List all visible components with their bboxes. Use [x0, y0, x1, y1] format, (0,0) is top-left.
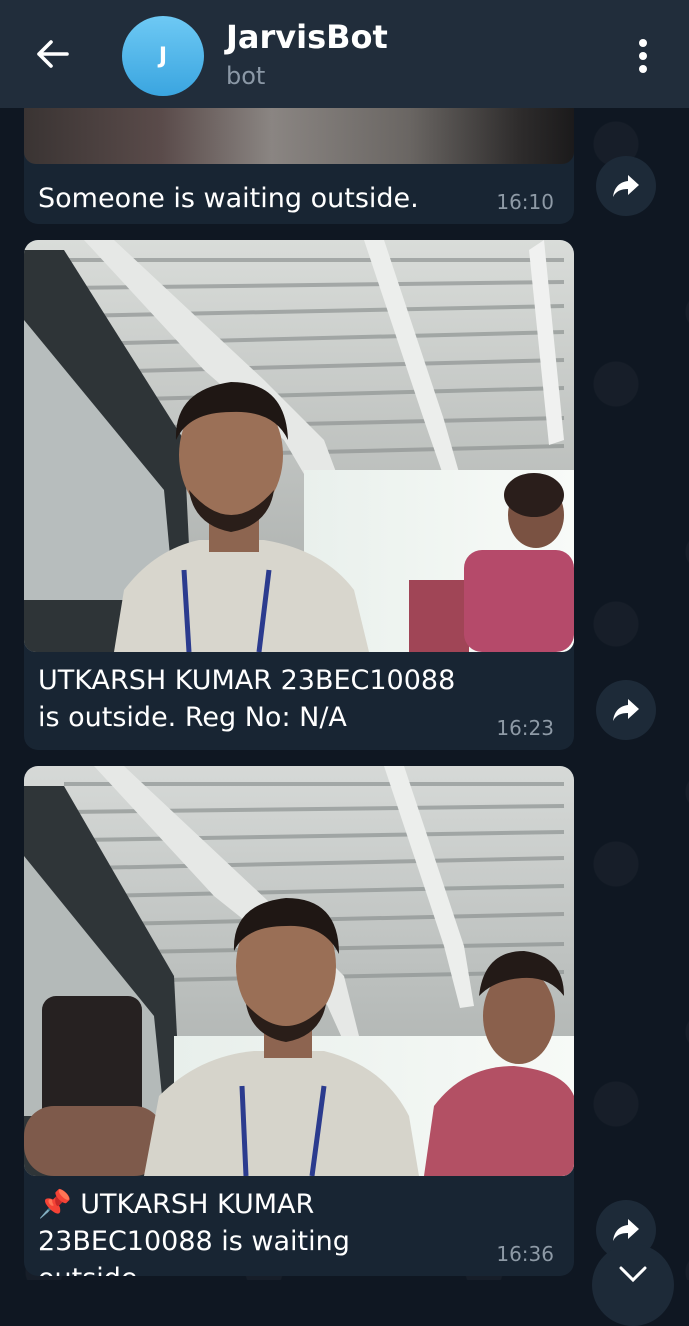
- message-text: UTKARSH KUMAR 23BEC10088 is outside. Reg…: [38, 665, 456, 733]
- share-arrow-icon: [613, 699, 639, 721]
- message-time: 16:23: [496, 716, 554, 740]
- arrow-left-icon: [37, 40, 69, 68]
- more-options-button[interactable]: [623, 34, 663, 78]
- message-photo[interactable]: [24, 766, 574, 1176]
- chevron-down-icon: [619, 1266, 647, 1283]
- message-text: Someone is waiting outside.: [38, 183, 419, 214]
- back-button[interactable]: [28, 30, 76, 78]
- message-bubble[interactable]: UTKARSH KUMAR 23BEC10088 is outside. Reg…: [24, 240, 574, 750]
- chat-title[interactable]: JarvisBot: [226, 18, 388, 56]
- scroll-down-button[interactable]: [592, 1244, 674, 1326]
- avatar[interactable]: J: [122, 16, 204, 96]
- share-button[interactable]: [596, 680, 656, 740]
- more-vertical-icon: [639, 39, 647, 73]
- message-photo[interactable]: [24, 240, 574, 652]
- message-bubble[interactable]: Someone is waiting outside. 16:10: [24, 96, 574, 224]
- message-text: 📌 UTKARSH KUMAR 23BEC10088 is waiting ou…: [24, 1176, 574, 1276]
- message-time: 16:10: [496, 190, 554, 214]
- message-time: 16:36: [496, 1242, 554, 1266]
- message-text-body: UTKARSH KUMAR 23BEC10088 is waiting outs…: [38, 1189, 350, 1276]
- share-arrow-icon: [613, 1219, 639, 1241]
- share-arrow-icon: [613, 175, 639, 197]
- pin-icon: 📌: [38, 1189, 72, 1220]
- avatar-letter: J: [158, 43, 168, 69]
- chat-subtitle: bot: [226, 62, 266, 90]
- chat-header: J JarvisBot bot: [0, 0, 689, 108]
- message-bubble[interactable]: 📌 UTKARSH KUMAR 23BEC10088 is waiting ou…: [24, 766, 574, 1276]
- share-button[interactable]: [596, 156, 656, 216]
